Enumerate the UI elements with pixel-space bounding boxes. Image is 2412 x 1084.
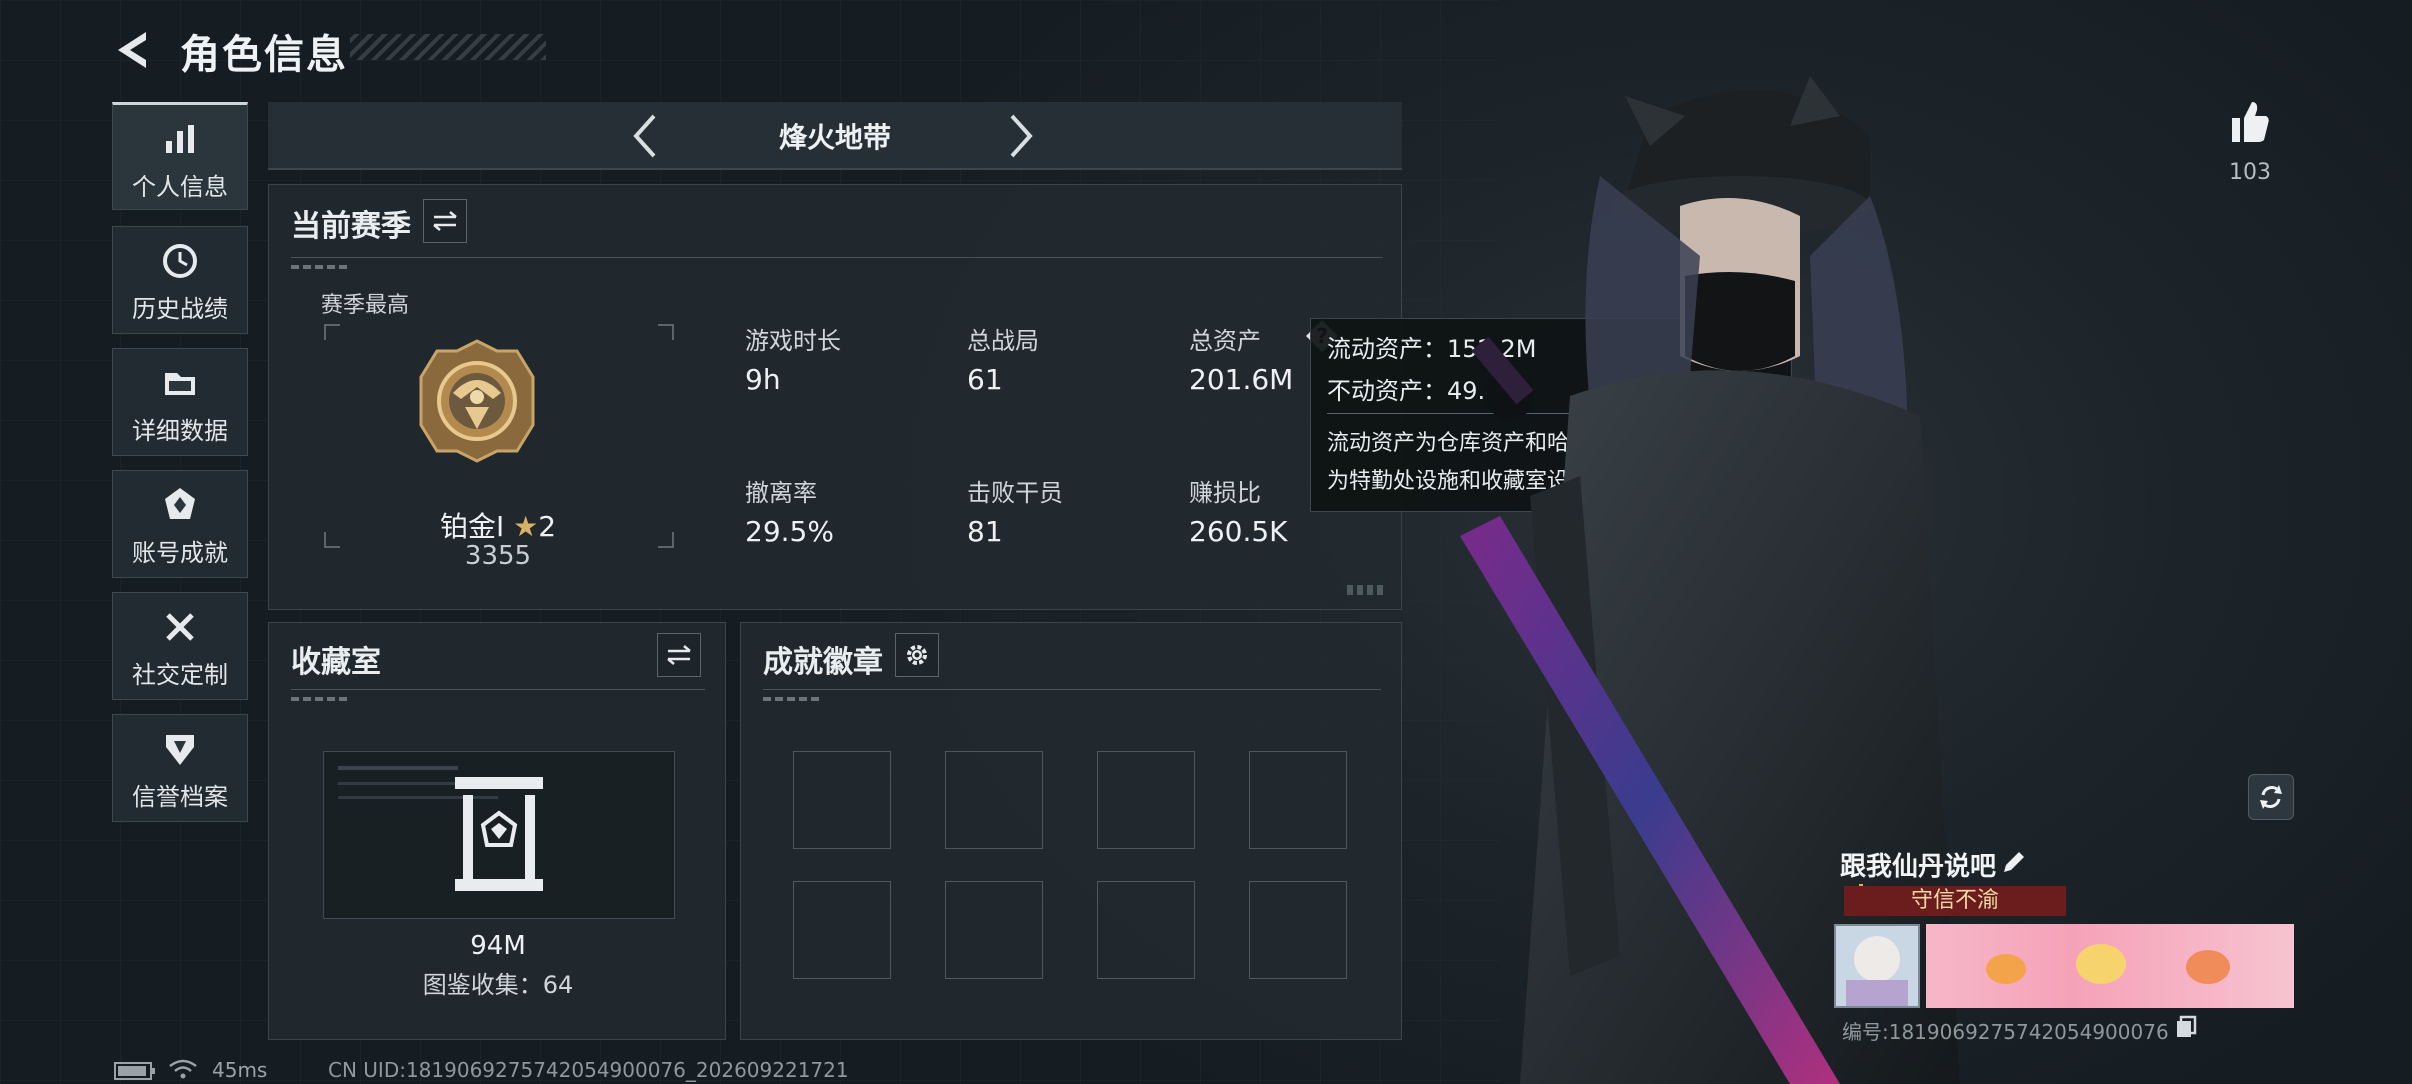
sidebar-item-label: 信誉档案 — [132, 783, 228, 811]
separator-dash — [291, 265, 351, 269]
separator-dash — [763, 697, 823, 701]
rank-name: 铂金Ⅰ — [439, 510, 505, 543]
back-arrow-icon[interactable] — [112, 28, 156, 72]
separator — [291, 689, 705, 690]
badge-slot[interactable] — [945, 751, 1043, 849]
separator-dash — [291, 697, 351, 701]
badge-slot[interactable] — [1249, 751, 1347, 849]
history-icon — [163, 244, 197, 278]
sidebar-item-label: 个人信息 — [132, 173, 228, 201]
badge-slot[interactable] — [1097, 881, 1195, 979]
like-icon[interactable] — [2230, 100, 2270, 144]
rank-line: 铂金Ⅰ ★2 — [323, 505, 673, 545]
badges-panel: 成就徽章 — [740, 622, 1402, 1040]
wifi-icon — [169, 1059, 197, 1079]
stat-value: 29.5% — [745, 515, 834, 548]
tools-icon — [166, 613, 194, 641]
edit-icon[interactable] — [2000, 848, 2028, 876]
bar-chart-icon — [166, 125, 194, 153]
honor-title: 守信不渝 — [1844, 886, 2066, 916]
stat-label: 游戏时长 — [745, 327, 841, 355]
sidebar-item-reputation[interactable]: 信誉档案 — [112, 714, 248, 822]
collection-panel: 收藏室 94M 图鉴收集：64 — [268, 622, 726, 1040]
sidebar-item-personal-info[interactable]: 个人信息 — [112, 102, 248, 210]
mode-name: 烽火地带 — [778, 121, 891, 154]
folder-icon — [165, 373, 195, 395]
badge-settings-button[interactable] — [895, 633, 939, 677]
gear-icon — [907, 645, 927, 665]
footer-uid: CN UID:1819069275742054900076_2026092217… — [328, 1058, 849, 1082]
collection-title: 收藏室 — [291, 645, 381, 680]
refresh-icon — [2260, 785, 2282, 809]
refresh-button[interactable] — [2248, 774, 2294, 820]
player-id: 编号:1819069275742054900076 — [1842, 1020, 2169, 1044]
name-card-banner[interactable] — [1926, 924, 2294, 1008]
sidebar-item-label: 账号成就 — [132, 539, 228, 567]
season-title: 当前赛季 — [291, 209, 411, 244]
stat-label: 赚损比 — [1189, 479, 1261, 507]
stat-value: 201.6M — [1189, 363, 1294, 396]
rank-stars: 2 — [538, 510, 557, 543]
swap-collection-button[interactable] — [657, 633, 701, 677]
sidebar-item-label: 历史战绩 — [132, 295, 228, 323]
mode-selector: 烽火地带 — [268, 102, 1402, 170]
panel-decoration — [1347, 585, 1387, 595]
title-decoration — [350, 34, 546, 60]
stat-value: 9h — [745, 363, 781, 396]
stat-value: 61 — [967, 363, 1003, 396]
player-name: 跟我仙丹说吧 — [1840, 852, 1997, 882]
badge-slot[interactable] — [1097, 751, 1195, 849]
season-panel: 当前赛季 赛季最高 铂金Ⅰ ★2 3355 游戏时长 9h 总战局 61 总资产… — [268, 184, 1402, 610]
like-count: 103 — [2229, 160, 2271, 185]
badge-slot[interactable] — [945, 881, 1043, 979]
stat-label: 击败干员 — [967, 479, 1063, 507]
season-best-label: 赛季最高 — [321, 293, 410, 318]
reputation-icon — [166, 735, 194, 765]
sidebar-item-achievements[interactable]: 账号成就 — [112, 470, 248, 578]
stat-label: 总资产 — [1189, 327, 1261, 355]
separator — [763, 689, 1381, 690]
copy-icon[interactable] — [2174, 1014, 2198, 1038]
stat-label: 总战局 — [967, 327, 1039, 355]
sidebar-item-history[interactable]: 历史战绩 — [112, 226, 248, 334]
achievement-icon — [165, 488, 195, 519]
stat-value: 81 — [967, 515, 1003, 548]
badges-title: 成就徽章 — [763, 645, 883, 680]
stat-value: 260.5K — [1189, 515, 1288, 548]
sidebar-item-label: 详细数据 — [132, 417, 228, 445]
page-title: 角色信息 — [180, 32, 348, 78]
rank-emblem-icon — [419, 339, 535, 463]
swap-icon — [433, 211, 457, 231]
swap-season-button[interactable] — [423, 199, 467, 243]
separator — [291, 257, 1383, 258]
badge-slot[interactable] — [793, 751, 891, 849]
stat-label: 撤离率 — [745, 479, 817, 507]
sidebar-item-social-custom[interactable]: 社交定制 — [112, 592, 248, 700]
badge-slot[interactable] — [793, 881, 891, 979]
chevron-right-icon[interactable] — [1006, 112, 1036, 160]
rank-score: 3355 — [464, 541, 532, 571]
sidebar-item-label: 社交定制 — [132, 661, 228, 689]
ping-value: 45ms — [212, 1058, 268, 1082]
collection-value: 94M — [470, 931, 526, 961]
badge-slot[interactable] — [1249, 881, 1347, 979]
vault-icon — [455, 777, 543, 891]
battery-icon — [114, 1062, 155, 1080]
star-icon: ★ — [513, 510, 539, 543]
catalog-count: 图鉴收集：64 — [422, 971, 574, 999]
sidebar-item-detailed-data[interactable]: 详细数据 — [112, 348, 248, 456]
avatar[interactable] — [1834, 924, 1920, 1008]
swap-icon — [667, 645, 691, 665]
